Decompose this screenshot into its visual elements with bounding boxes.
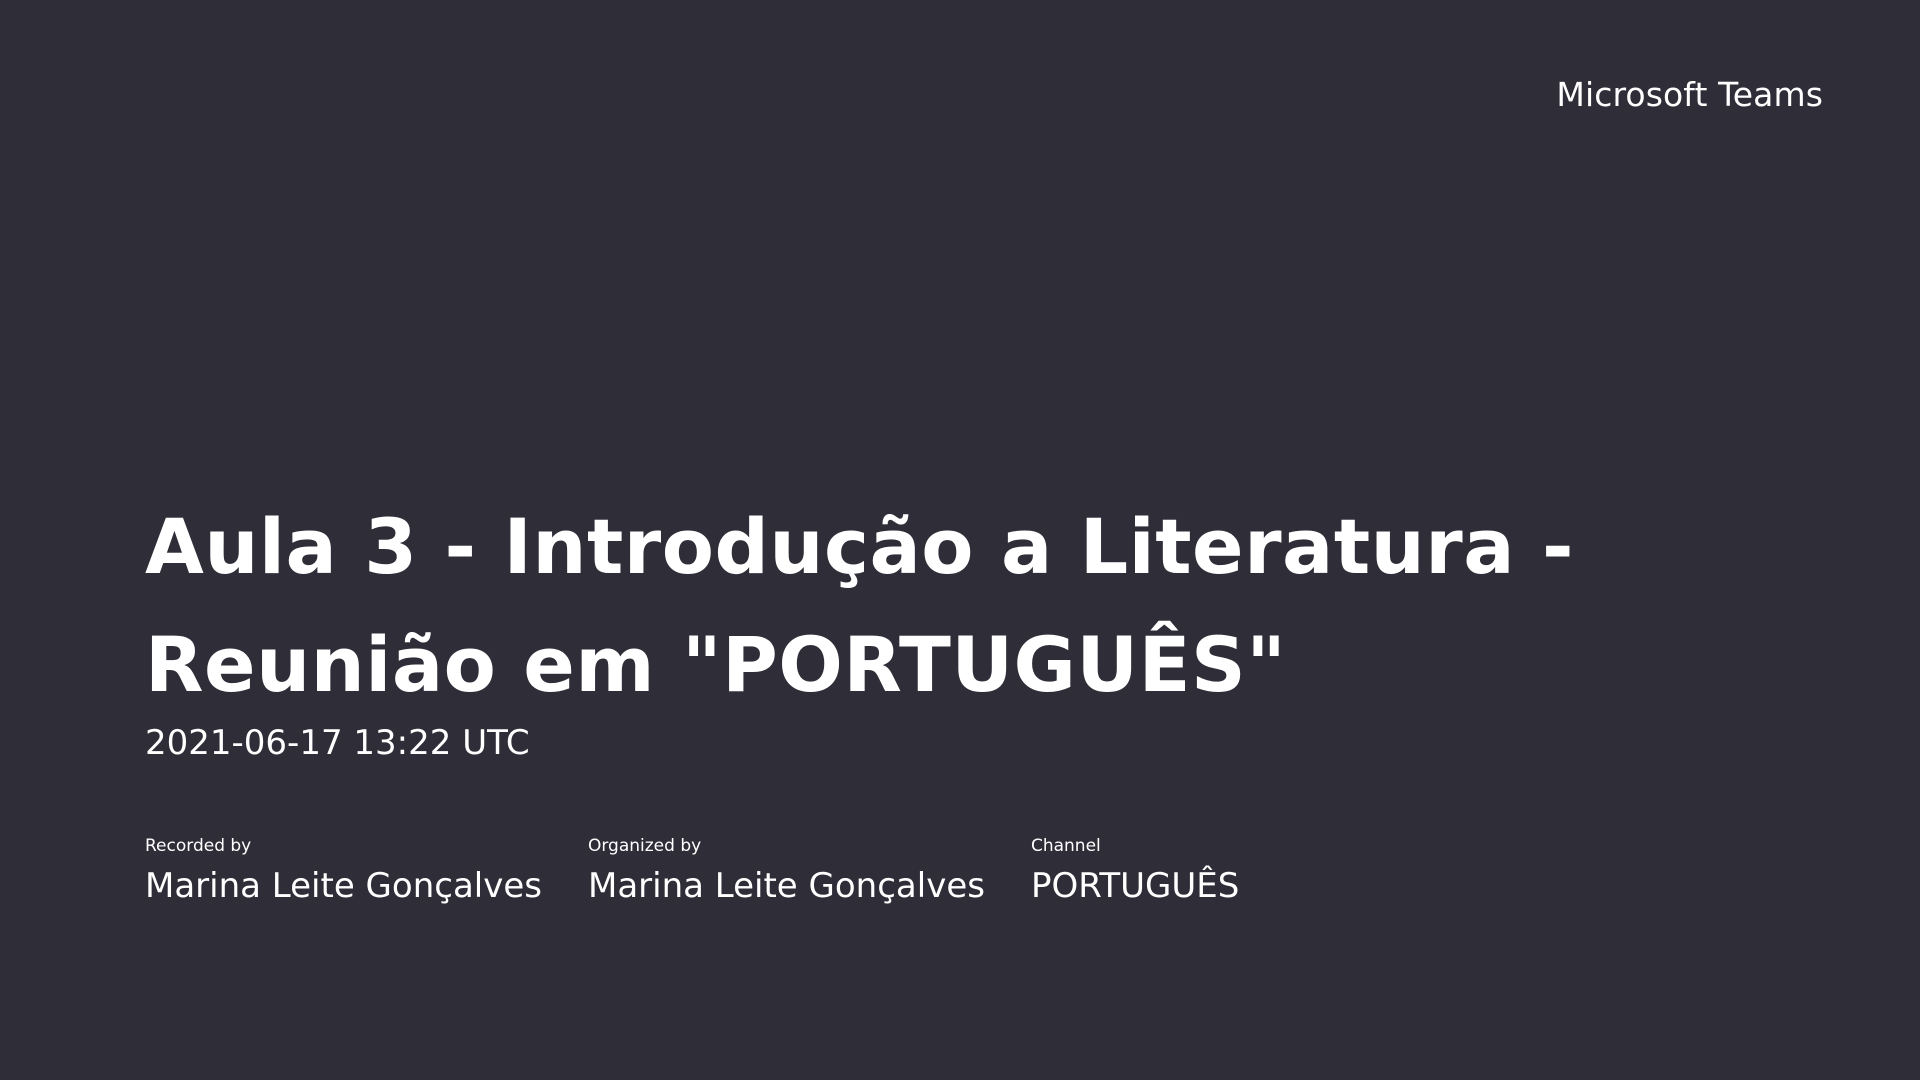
organized-by-value: Marina Leite Gonçalves [587, 866, 985, 906]
recorded-by-label: Recorded by [145, 836, 252, 856]
organized-by-block: Organized by Marina Leite Gonçalves [588, 834, 985, 908]
channel-label: Channel [1030, 836, 1101, 856]
channel-block: Channel PORTUGUÊS [1031, 834, 1239, 908]
channel-value: PORTUGUÊS [1030, 866, 1240, 906]
meeting-title-line-1: Aula 3 - Introdução a Literatura - [145, 502, 1575, 591]
meeting-title-line-2: Reunião em "PORTUGUÊS" [145, 620, 1287, 709]
meeting-timestamp: 2021-06-17 13:22 UTC [145, 723, 530, 763]
recording-title-card: Microsoft Teams Aula 3 - Introdução a Li… [0, 0, 1920, 1080]
recorded-by-block: Recorded by Marina Leite Gonçalves [145, 834, 542, 908]
app-brand-name: Microsoft Teams [1556, 75, 1823, 114]
recorded-by-value: Marina Leite Gonçalves [145, 866, 542, 906]
meeting-header: Aula 3 - Introdução a Literatura - Reuni… [145, 488, 1795, 766]
organized-by-label: Organized by [587, 836, 702, 856]
meeting-title: Aula 3 - Introdução a Literatura - Reuni… [145, 488, 1795, 724]
meeting-details: Recorded by Marina Leite Gonçalves Organ… [145, 834, 1239, 908]
